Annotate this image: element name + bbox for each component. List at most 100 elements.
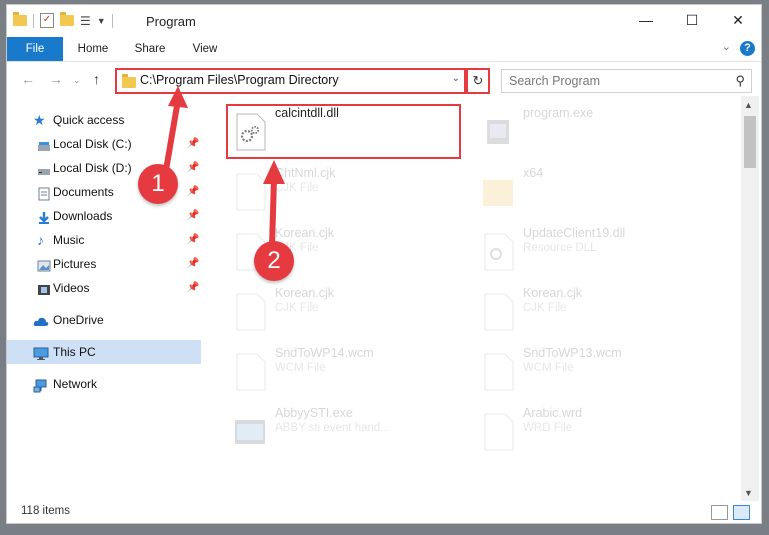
file-name: UpdateClient19.dll xyxy=(523,226,626,240)
file-type: WCM File xyxy=(523,362,574,374)
expand-ribbon-icon[interactable]: ⌄ xyxy=(722,40,731,53)
back-icon[interactable]: ← xyxy=(21,71,35,87)
sidebar-item-label: Local Disk (C:) xyxy=(53,137,132,151)
file-explorer-window: ✓ ☰ ▼ Program — ☐ ✕ File Home Share View… xyxy=(6,4,762,524)
sidebar-item-this-pc[interactable]: This PC xyxy=(7,340,201,364)
search-input[interactable]: Search Program ⚲ xyxy=(501,69,752,93)
sidebar-item-label: OneDrive xyxy=(53,313,104,327)
pin-icon[interactable]: 📌 xyxy=(187,204,199,228)
step-2-badge: 2 xyxy=(254,241,294,281)
sidebar-item-quick-access[interactable]: ★ Quick access xyxy=(7,108,201,132)
file-item[interactable]: ChtNml.cjk CJK File xyxy=(227,162,467,214)
drive-icon xyxy=(37,137,51,151)
file-name: program.exe xyxy=(523,106,594,120)
file-name: Arabic.wrd xyxy=(523,406,583,420)
file-name: ChtNml.cjk xyxy=(275,166,336,180)
file-item[interactable]: Korean.cjk CJK File xyxy=(475,282,715,334)
tiles-view-icon[interactable] xyxy=(733,505,750,520)
drive-icon xyxy=(37,161,51,175)
tab-share[interactable]: Share xyxy=(127,37,173,61)
folder-item-x64[interactable]: x64 xyxy=(475,162,715,214)
file-type: WCM File xyxy=(275,362,326,374)
file-type: CJK File xyxy=(275,302,319,314)
scroll-up-icon[interactable]: ▲ xyxy=(744,100,753,110)
pictures-icon xyxy=(37,257,51,272)
close-button[interactable]: ✕ xyxy=(715,5,761,37)
properties-icon[interactable]: ✓ xyxy=(40,13,54,28)
pin-icon[interactable]: 📌 xyxy=(187,156,199,180)
file-name: Korean.cjk xyxy=(275,226,335,240)
file-item[interactable]: UpdateClient19.dll Resource DLL xyxy=(475,222,715,274)
details-view-icon[interactable] xyxy=(711,505,728,520)
file-item[interactable]: AbbyySTI.exe ABBY sti event hand... xyxy=(227,402,467,454)
sidebar-item-local-disk-c[interactable]: Local Disk (C:) 📌 xyxy=(7,132,201,156)
address-bar[interactable]: C:\Program Files\Program Directory ⌄ xyxy=(115,68,466,94)
file-type: Resource DLL xyxy=(523,242,597,254)
forward-icon[interactable]: → xyxy=(49,71,63,87)
refresh-icon: ↻ xyxy=(472,73,484,88)
download-icon xyxy=(37,209,51,224)
title-bar: ✓ ☰ ▼ Program — ☐ ✕ xyxy=(7,5,761,37)
file-name: SndToWP13.wcm xyxy=(523,346,622,360)
videos-icon xyxy=(37,281,51,295)
tab-file[interactable]: File xyxy=(7,37,63,61)
file-item[interactable]: SndToWP13.wcm WCM File xyxy=(475,342,715,394)
sidebar-item-label: This PC xyxy=(53,345,96,359)
vertical-scrollbar[interactable]: ▲ ▼ xyxy=(741,96,759,501)
sidebar-item-label: Pictures xyxy=(53,257,97,271)
app-icon xyxy=(233,412,267,452)
sidebar-item-label: Downloads xyxy=(53,209,113,223)
file-icon xyxy=(233,172,267,212)
star-icon: ★ xyxy=(33,112,46,128)
pin-icon[interactable]: 📌 xyxy=(187,252,199,276)
up-icon[interactable]: ↑ xyxy=(93,71,100,87)
tab-view[interactable]: View xyxy=(183,37,227,61)
file-name: x64 xyxy=(523,166,544,180)
file-type: WRD File xyxy=(523,422,573,434)
new-folder-icon[interactable] xyxy=(60,12,74,26)
maximize-button[interactable]: ☐ xyxy=(669,5,715,37)
cloud-icon xyxy=(33,313,49,327)
pin-icon[interactable]: 📌 xyxy=(187,228,199,252)
refresh-button[interactable]: ↻ xyxy=(466,68,490,94)
customize-toolbar-icon[interactable]: ▼ xyxy=(97,16,106,26)
search-icon[interactable]: ⚲ xyxy=(735,73,745,89)
sidebar-item-network[interactable]: Network xyxy=(7,372,201,396)
sidebar-item-label: Documents xyxy=(53,185,114,199)
file-type: CJK File xyxy=(275,182,319,194)
file-item[interactable]: Arabic.wrd WRD File xyxy=(475,402,715,454)
minimize-button[interactable]: — xyxy=(623,5,669,37)
scrollbar-thumb[interactable] xyxy=(744,116,756,168)
file-item[interactable]: SndToWP14.wcm WCM File xyxy=(227,342,467,394)
folder-icon xyxy=(481,172,515,212)
dll-icon xyxy=(481,232,515,272)
sidebar-item-pictures[interactable]: Pictures 📌 xyxy=(7,252,201,276)
file-name: AbbyySTI.exe xyxy=(275,406,353,420)
scroll-down-icon[interactable]: ▼ xyxy=(744,488,753,498)
computer-icon xyxy=(33,345,49,360)
ribbon-tabs: File Home Share View ⌄ ? xyxy=(7,37,761,62)
file-item-program-exe[interactable]: program.exe xyxy=(475,102,715,154)
sidebar-item-music[interactable]: ♪ Music 📌 xyxy=(7,228,201,252)
pin-icon[interactable]: 📌 xyxy=(187,180,199,204)
recent-locations-icon[interactable]: ⌄ xyxy=(73,75,81,86)
pin-icon[interactable]: 📌 xyxy=(187,132,199,156)
sidebar-item-onedrive[interactable]: OneDrive xyxy=(7,308,201,332)
view-options-icon[interactable]: ☰ xyxy=(80,14,91,28)
address-path[interactable]: C:\Program Files\Program Directory xyxy=(140,73,339,87)
folder-icon xyxy=(122,74,136,88)
sidebar-item-videos[interactable]: Videos 📌 xyxy=(7,276,201,300)
file-icon xyxy=(233,292,267,332)
file-item[interactable]: Korean.cjk CJK File xyxy=(227,282,467,334)
address-dropdown-icon[interactable]: ⌄ xyxy=(452,73,460,84)
file-type: CJK File xyxy=(523,302,567,314)
quick-access-toolbar: ✓ ☰ ▼ xyxy=(13,12,113,28)
pin-icon[interactable]: 📌 xyxy=(187,276,199,300)
help-icon[interactable]: ? xyxy=(740,41,755,56)
sidebar-item-downloads[interactable]: Downloads 📌 xyxy=(7,204,201,228)
folder-icon xyxy=(13,12,27,26)
search-placeholder[interactable]: Search Program xyxy=(509,74,600,88)
tab-home[interactable]: Home xyxy=(69,37,117,61)
sidebar-item-label: Quick access xyxy=(53,113,125,127)
file-name: Korean.cjk xyxy=(275,286,335,300)
